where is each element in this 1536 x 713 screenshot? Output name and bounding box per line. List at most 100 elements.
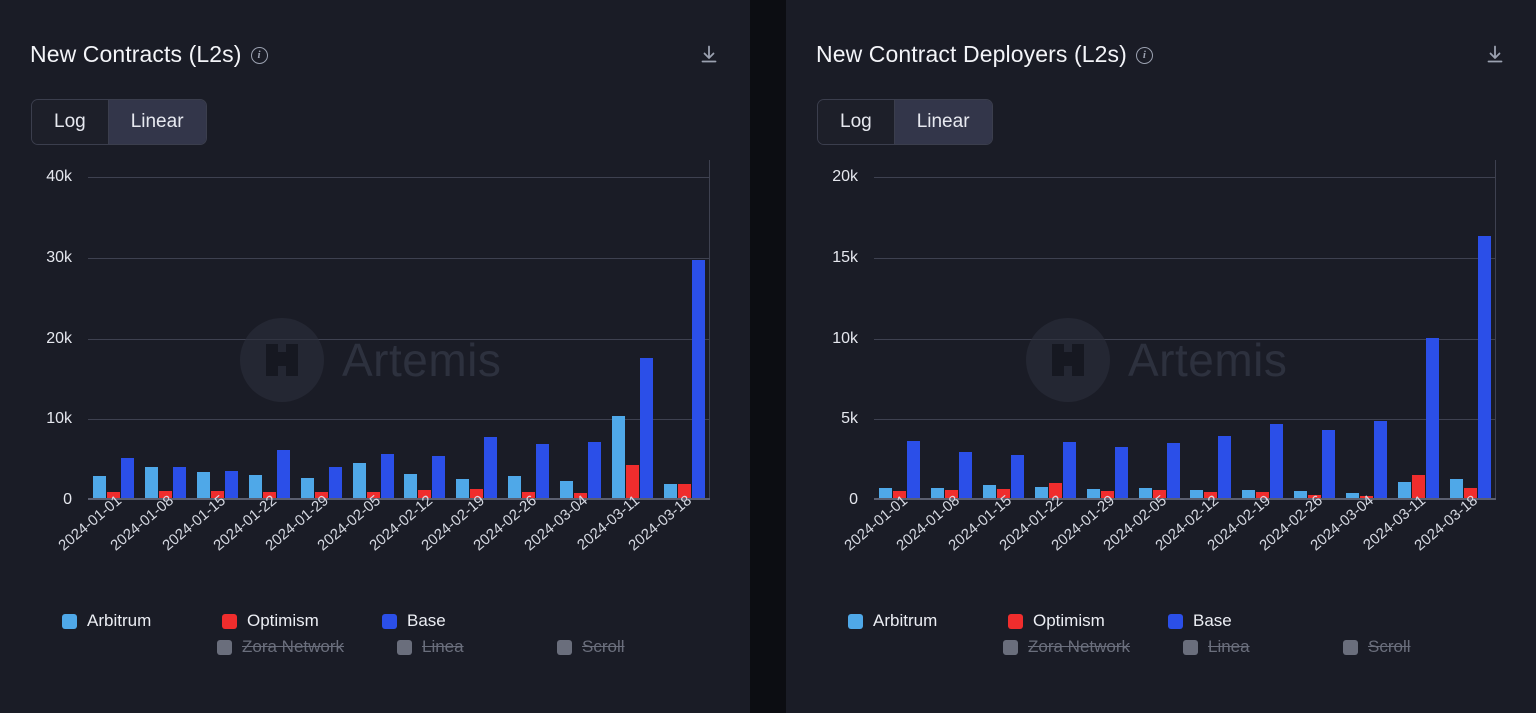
y-axis-tick-label: 0	[63, 491, 72, 509]
legend-item-zora-network[interactable]: Zora Network	[1003, 634, 1183, 660]
bar-base[interactable]	[484, 437, 497, 498]
bar-base[interactable]	[1167, 443, 1180, 498]
legend-label: Optimism	[247, 611, 319, 631]
bar-series-container	[88, 175, 710, 498]
bar-series-container	[874, 175, 1496, 498]
bar-group[interactable]	[978, 175, 1030, 498]
legend-item-linea[interactable]: Linea	[397, 634, 557, 660]
bar-group[interactable]	[1392, 175, 1444, 498]
bar-group[interactable]	[451, 175, 503, 498]
bar-group[interactable]	[1340, 175, 1392, 498]
scale-toggle-group[interactable]: Log Linear	[817, 99, 993, 145]
legend-label: Base	[407, 611, 446, 631]
y-axis-tick-label: 15k	[832, 249, 858, 267]
grid-area	[88, 160, 710, 500]
bar-base[interactable]	[1322, 430, 1335, 498]
legend-item-base[interactable]: Base	[382, 608, 542, 634]
download-icon[interactable]	[696, 40, 722, 68]
info-icon[interactable]: i	[251, 47, 268, 64]
bar-group[interactable]	[606, 175, 658, 498]
bar-group[interactable]	[1029, 175, 1081, 498]
bar-group[interactable]	[1444, 175, 1496, 498]
x-axis-tick-label: 2024-03-18	[1378, 492, 1481, 582]
legend-swatch	[62, 614, 77, 629]
legend-item-scroll[interactable]: Scroll	[1343, 634, 1503, 660]
bar-base[interactable]	[692, 260, 705, 498]
chart-panel-new-contracts: New Contracts (L2s) i Log Linear 010k20k…	[0, 0, 750, 713]
bar-group[interactable]	[503, 175, 555, 498]
bar-group[interactable]	[295, 175, 347, 498]
bar-group[interactable]	[658, 175, 710, 498]
y-axis-tick-label: 40k	[46, 168, 72, 186]
page-title: New Contract Deployers (L2s)	[816, 41, 1127, 68]
legend-label: Scroll	[1368, 637, 1411, 657]
x-axis-labels: 2024-01-012024-01-082024-01-152024-01-22…	[874, 492, 1496, 587]
bar-base[interactable]	[1115, 447, 1128, 498]
download-icon[interactable]	[1482, 40, 1508, 68]
bar-group[interactable]	[399, 175, 451, 498]
scale-option-linear[interactable]: Linear	[108, 100, 206, 144]
bar-group[interactable]	[554, 175, 606, 498]
bar-group[interactable]	[874, 175, 926, 498]
legend-swatch	[1343, 640, 1358, 655]
legend-swatch	[1008, 614, 1023, 629]
bar-base[interactable]	[1426, 338, 1439, 498]
legend-swatch	[1003, 640, 1018, 655]
bar-group[interactable]	[347, 175, 399, 498]
bar-base[interactable]	[907, 441, 920, 498]
legend-item-arbitrum[interactable]: Arbitrum	[62, 608, 222, 634]
y-axis-tick-label: 10k	[46, 410, 72, 428]
bar-base[interactable]	[1270, 424, 1283, 498]
plot-area: 05k10k15k20k	[786, 160, 1536, 500]
y-axis-tick-label: 20k	[832, 168, 858, 186]
legend-label: Optimism	[1033, 611, 1105, 631]
y-axis-tick-label: 30k	[46, 249, 72, 267]
legend-item-zora-network[interactable]: Zora Network	[217, 634, 397, 660]
legend-label: Scroll	[582, 637, 625, 657]
bar-group[interactable]	[140, 175, 192, 498]
legend-item-base[interactable]: Base	[1168, 608, 1328, 634]
legend-swatch	[848, 614, 863, 629]
scale-toggle-group[interactable]: Log Linear	[31, 99, 207, 145]
legend-item-optimism[interactable]: Optimism	[222, 608, 382, 634]
bar-group[interactable]	[88, 175, 140, 498]
legend-item-scroll[interactable]: Scroll	[557, 634, 717, 660]
bar-group[interactable]	[1133, 175, 1185, 498]
bar-base[interactable]	[536, 444, 549, 498]
legend-label: Linea	[1208, 637, 1250, 657]
bar-group[interactable]	[1185, 175, 1237, 498]
bar-base[interactable]	[1063, 442, 1076, 498]
info-icon[interactable]: i	[1136, 47, 1153, 64]
y-axis-tick-label: 5k	[841, 410, 858, 428]
bar-group[interactable]	[926, 175, 978, 498]
legend-label: Arbitrum	[87, 611, 151, 631]
bar-base[interactable]	[640, 358, 653, 498]
bar-group[interactable]	[1289, 175, 1341, 498]
legend-swatch	[217, 640, 232, 655]
bar-base[interactable]	[1478, 236, 1491, 498]
bar-group[interactable]	[1237, 175, 1289, 498]
bar-group[interactable]	[1081, 175, 1133, 498]
legend-item-arbitrum[interactable]: Arbitrum	[848, 608, 1008, 634]
bar-base[interactable]	[1374, 421, 1387, 498]
grid-area	[874, 160, 1496, 500]
dashboard-root: New Contracts (L2s) i Log Linear 010k20k…	[0, 0, 1536, 713]
bar-arbitrum[interactable]	[612, 416, 625, 498]
legend-swatch	[557, 640, 572, 655]
legend-label: Zora Network	[1028, 637, 1130, 657]
legend-label: Arbitrum	[873, 611, 937, 631]
bar-base[interactable]	[588, 442, 601, 498]
bar-base[interactable]	[1218, 436, 1231, 498]
legend-swatch	[397, 640, 412, 655]
bar-base[interactable]	[277, 450, 290, 498]
scale-option-log[interactable]: Log	[32, 100, 108, 144]
chart-panel-new-contract-deployers: New Contract Deployers (L2s) i Log Linea…	[786, 0, 1536, 713]
legend-item-optimism[interactable]: Optimism	[1008, 608, 1168, 634]
scale-option-linear[interactable]: Linear	[894, 100, 992, 144]
chart-legend: Arbitrum Optimism Base Zora Network Linea Scr…	[848, 608, 1508, 660]
scale-option-log[interactable]: Log	[818, 100, 894, 144]
y-axis-tick-label: 20k	[46, 330, 72, 348]
bar-group[interactable]	[243, 175, 295, 498]
legend-item-linea[interactable]: Linea	[1183, 634, 1343, 660]
bar-group[interactable]	[192, 175, 244, 498]
